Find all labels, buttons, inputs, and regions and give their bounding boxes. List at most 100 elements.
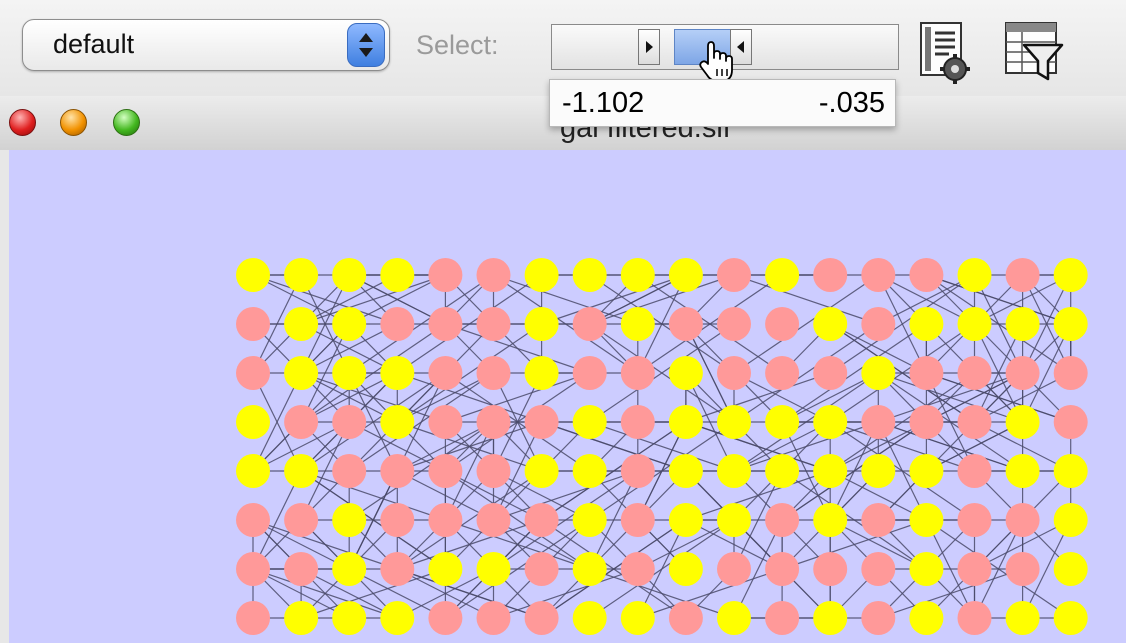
network-node[interactable]: [620, 258, 655, 292]
network-node[interactable]: [524, 552, 559, 586]
range-low-thumb[interactable]: [638, 29, 660, 65]
network-node[interactable]: [284, 552, 319, 586]
network-node[interactable]: [428, 307, 463, 341]
network-edge[interactable]: [493, 274, 638, 325]
zoom-window-button[interactable]: [113, 109, 140, 136]
network-node[interactable]: [284, 307, 319, 341]
network-node[interactable]: [813, 307, 848, 341]
network-node[interactable]: [428, 552, 463, 586]
network-node[interactable]: [1005, 307, 1040, 341]
network-edge[interactable]: [637, 568, 783, 619]
network-node[interactable]: [909, 503, 944, 537]
network-node[interactable]: [909, 405, 944, 439]
network-node[interactable]: [524, 356, 559, 390]
network-node[interactable]: [620, 601, 655, 635]
network-canvas[interactable]: [9, 150, 1126, 643]
network-edge[interactable]: [397, 519, 542, 570]
network-node[interactable]: [861, 552, 896, 586]
network-node[interactable]: [524, 601, 559, 635]
network-node[interactable]: [1005, 454, 1040, 488]
network-node[interactable]: [428, 258, 463, 292]
network-node[interactable]: [668, 258, 703, 292]
network-node[interactable]: [1053, 503, 1088, 537]
network-node[interactable]: [236, 405, 270, 439]
network-node[interactable]: [620, 552, 655, 586]
network-node[interactable]: [620, 454, 655, 488]
network-node[interactable]: [572, 258, 607, 292]
network-node[interactable]: [1005, 503, 1040, 537]
network-node[interactable]: [765, 503, 800, 537]
network-edge[interactable]: [397, 568, 542, 619]
network-node[interactable]: [861, 356, 896, 390]
network-node[interactable]: [1053, 601, 1088, 635]
network-node[interactable]: [813, 454, 848, 488]
network-node[interactable]: [236, 601, 270, 635]
network-node[interactable]: [572, 454, 607, 488]
network-node[interactable]: [332, 503, 367, 537]
network-node[interactable]: [428, 454, 463, 488]
network-node[interactable]: [1053, 552, 1088, 586]
network-edge[interactable]: [733, 274, 879, 325]
network-node[interactable]: [284, 454, 319, 488]
network-node[interactable]: [717, 258, 751, 292]
network-node[interactable]: [813, 356, 848, 390]
network-node[interactable]: [476, 552, 511, 586]
network-node[interactable]: [380, 552, 415, 586]
network-node[interactable]: [668, 356, 703, 390]
network-node[interactable]: [620, 307, 655, 341]
network-node[interactable]: [380, 405, 415, 439]
network-edge[interactable]: [493, 470, 638, 521]
network-edge[interactable]: [493, 568, 638, 619]
network-node[interactable]: [476, 454, 511, 488]
network-node[interactable]: [861, 503, 896, 537]
dropdown-arrows-icon[interactable]: [347, 23, 385, 67]
network-node[interactable]: [332, 258, 367, 292]
network-node[interactable]: [236, 356, 270, 390]
network-node[interactable]: [332, 454, 367, 488]
network-node[interactable]: [236, 503, 270, 537]
network-edge[interactable]: [829, 274, 975, 374]
node-attributes-button[interactable]: [915, 17, 973, 87]
network-edge[interactable]: [589, 274, 735, 325]
network-node[interactable]: [236, 307, 270, 341]
network-edge[interactable]: [300, 274, 446, 325]
network-node[interactable]: [1053, 356, 1088, 390]
network-node[interactable]: [284, 601, 319, 635]
network-node[interactable]: [668, 454, 703, 488]
network-node[interactable]: [668, 601, 703, 635]
close-window-button[interactable]: [9, 109, 36, 136]
network-edge[interactable]: [300, 470, 446, 521]
network-node[interactable]: [909, 454, 944, 488]
network-node[interactable]: [524, 307, 559, 341]
network-node[interactable]: [524, 258, 559, 292]
network-node[interactable]: [861, 258, 896, 292]
network-node[interactable]: [524, 405, 559, 439]
network-node[interactable]: [765, 307, 800, 341]
network-edge[interactable]: [252, 519, 398, 570]
network-node[interactable]: [380, 356, 415, 390]
network-node[interactable]: [861, 454, 896, 488]
network-node[interactable]: [572, 503, 607, 537]
network-node[interactable]: [284, 258, 319, 292]
network-node[interactable]: [332, 405, 367, 439]
network-node[interactable]: [380, 503, 415, 537]
network-node[interactable]: [332, 356, 367, 390]
network-node[interactable]: [236, 258, 270, 292]
network-edge[interactable]: [445, 519, 590, 570]
network-node[interactable]: [909, 356, 944, 390]
network-node[interactable]: [909, 552, 944, 586]
network-node[interactable]: [524, 503, 559, 537]
network-node[interactable]: [1005, 405, 1040, 439]
network-node[interactable]: [380, 258, 415, 292]
minimize-window-button[interactable]: [60, 109, 87, 136]
network-node[interactable]: [717, 503, 751, 537]
network-node[interactable]: [476, 356, 511, 390]
network-graph[interactable]: [9, 150, 1126, 643]
network-node[interactable]: [957, 356, 992, 390]
network-edge[interactable]: [541, 274, 687, 325]
network-node[interactable]: [909, 307, 944, 341]
network-node[interactable]: [861, 601, 896, 635]
network-node[interactable]: [284, 356, 319, 390]
network-node[interactable]: [428, 356, 463, 390]
network-node[interactable]: [476, 258, 511, 292]
